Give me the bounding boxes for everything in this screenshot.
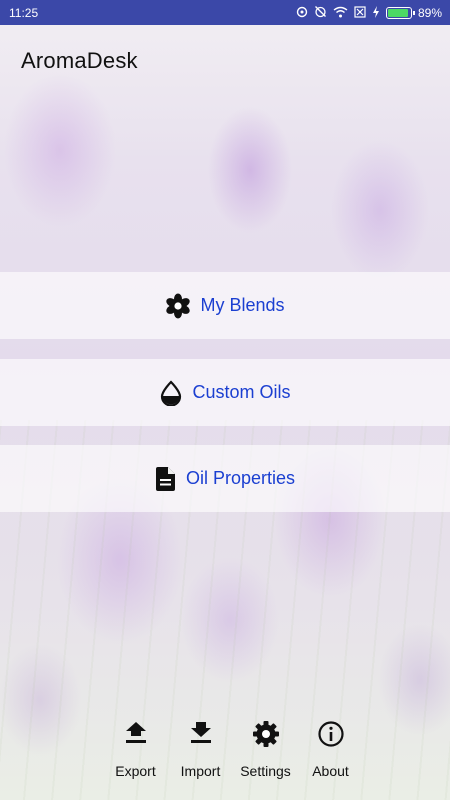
import-button[interactable]: Import <box>168 718 233 779</box>
download-icon <box>190 718 212 750</box>
settings-button[interactable]: Settings <box>233 718 298 779</box>
my-blends-button[interactable]: My Blends <box>0 272 450 339</box>
export-button[interactable]: Export <box>103 718 168 779</box>
upload-icon <box>125 718 147 750</box>
about-label: About <box>312 763 349 779</box>
custom-oils-label: Custom Oils <box>192 382 291 402</box>
settings-label: Settings <box>240 763 291 779</box>
battery-icon <box>385 6 415 19</box>
oil-properties-label: Oil Properties <box>185 468 296 488</box>
import-label: Import <box>180 763 221 779</box>
my-blends-label: My Blends <box>200 295 285 315</box>
drop-icon <box>159 379 183 406</box>
status-icons: 89% <box>296 5 442 20</box>
charging-icon <box>372 5 380 20</box>
sync-icon <box>296 6 308 20</box>
gear-icon <box>252 718 280 750</box>
about-button[interactable]: About <box>298 718 363 779</box>
wifi-icon <box>333 6 348 20</box>
flower-icon <box>165 293 191 319</box>
oil-properties-button[interactable]: Oil Properties <box>0 445 450 512</box>
export-label: Export <box>115 763 156 779</box>
custom-oils-button[interactable]: Custom Oils <box>0 359 450 426</box>
app-title: AromaDesk <box>21 48 138 73</box>
sim-off-icon <box>354 5 366 20</box>
info-icon <box>317 718 345 750</box>
bottom-toolbar: Export Import Settings About <box>103 718 363 779</box>
document-icon <box>155 466 177 492</box>
status-bar: 11:25 89% <box>0 0 450 25</box>
alarm-off-icon <box>314 5 327 20</box>
battery-percent: 89% <box>417 5 442 20</box>
status-time: 11:25 <box>9 5 39 20</box>
battery-level-fill <box>387 8 408 17</box>
